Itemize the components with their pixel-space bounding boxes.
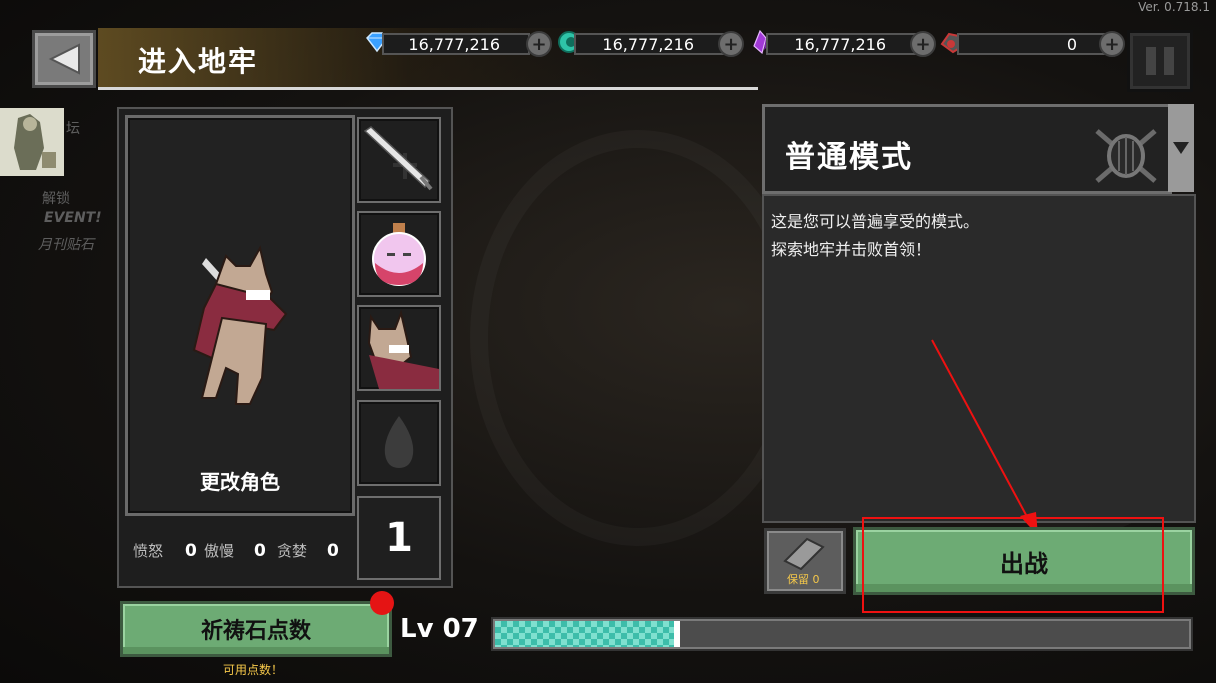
pause-button[interactable] [1127, 30, 1193, 92]
keep-label: 保留 [787, 573, 809, 586]
add-ore-button[interactable]: + [1099, 31, 1125, 57]
character-thumbnail-icon [0, 108, 64, 176]
side-menu-item-2: EVENT! [44, 210, 102, 226]
character-portrait-icon [367, 309, 439, 389]
currency-crystal-value: 16,777,216 [766, 33, 916, 55]
mode-dropdown-button[interactable] [1168, 104, 1194, 192]
currency-diamond-value: 16,777,216 [382, 33, 530, 55]
mode-description-line-1: 这是您可以普遍享受的模式。 [771, 212, 980, 231]
currency-teal-gem-value: 16,777,216 [574, 33, 724, 55]
add-crystal-button[interactable]: + [910, 31, 936, 57]
crossed-swords-shield-icon [1095, 129, 1157, 183]
change-character-label: 更改角色 [200, 470, 280, 494]
flame-icon [384, 416, 414, 468]
experience-bar [491, 617, 1193, 651]
currency-ore-value: 0 [957, 33, 1107, 55]
weapon-slot[interactable] [357, 117, 441, 203]
keep-button[interactable]: 保留 0 [764, 528, 846, 594]
side-avatar-thumbnail[interactable] [0, 108, 64, 176]
stat-greed: 贪婪 0 [277, 541, 339, 561]
mode-description-line-2: 探索地牢并击败首领！ [771, 240, 932, 259]
currency-ore: 0 + [939, 30, 1125, 57]
keep-value: 0 [812, 573, 820, 586]
add-diamond-button[interactable]: + [526, 31, 552, 57]
skill-slot[interactable] [357, 400, 441, 486]
annotation-arrow-icon [931, 339, 1038, 536]
version-label: Ver. 0.718.1 [1138, 0, 1210, 14]
currency-teal-gem: 16,777,216 + [556, 30, 744, 57]
page-title: 进入地牢 [138, 45, 259, 78]
prayer-stone-points-button[interactable]: 祈祷石点数 [120, 601, 392, 657]
level-label: Lv 07 [400, 614, 479, 644]
potion-slot[interactable] [357, 211, 441, 297]
knight-character-icon [192, 245, 288, 405]
available-points-label: 可用点数！ [222, 663, 283, 677]
character-slot[interactable] [125, 115, 355, 516]
side-menu-item-3: 月刊贴石 [38, 237, 94, 253]
currency-crystal: 16,777,216 + [748, 30, 936, 57]
chevron-down-icon [1173, 142, 1189, 154]
stat-wrath: 愤怒 0 [133, 541, 197, 561]
annotation-highlight-box [862, 517, 1164, 613]
portrait-slot[interactable] [357, 305, 441, 391]
title-underline [98, 87, 758, 90]
currency-diamond: 16,777,216 + [364, 30, 552, 57]
side-menu-item-1: 解锁 [42, 191, 70, 207]
pause-icon [1146, 47, 1156, 75]
back-arrow-icon [48, 43, 80, 75]
potion-icon [372, 223, 426, 286]
back-button[interactable] [32, 30, 96, 88]
stat-pride: 傲慢 0 [204, 541, 266, 561]
side-menu-item-0: 坛 [66, 121, 80, 137]
experience-bar-fill [495, 621, 681, 647]
notification-dot [370, 591, 394, 615]
sword-icon [363, 126, 433, 191]
count-slot[interactable]: 1 [357, 496, 441, 580]
mode-name: 普通模式 [785, 140, 913, 175]
ticket-icon [783, 537, 825, 571]
add-teal-gem-button[interactable]: + [718, 31, 744, 57]
